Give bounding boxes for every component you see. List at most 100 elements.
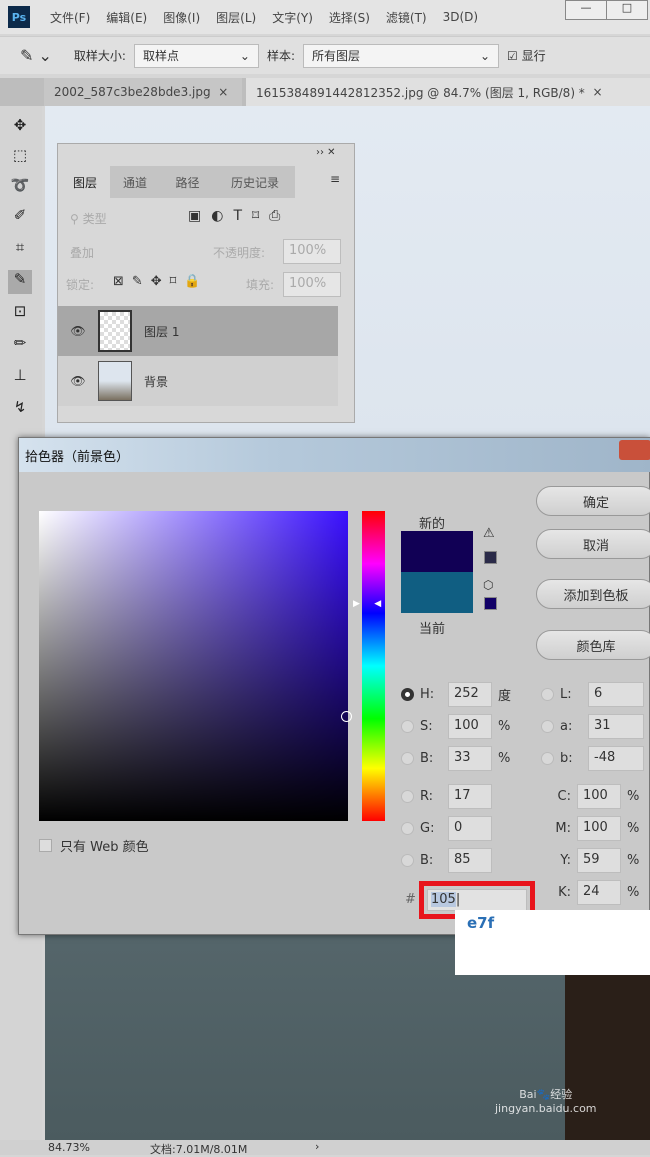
radio-button[interactable] [401,720,414,733]
cmyk-input[interactable]: 100 [577,816,621,841]
sample-size-select[interactable]: 取样点 ⌄ [133,43,259,68]
quick-select-tool-icon[interactable]: ✐ [8,206,32,230]
close-button[interactable] [619,440,650,460]
current-color-swatch[interactable] [401,572,473,613]
radio-button[interactable] [401,752,414,765]
color-field[interactable] [39,511,352,821]
tab-channels[interactable]: 通道 [110,166,160,198]
cmyk-label: M: [555,821,571,836]
eye-icon[interactable]: 👁 [58,374,98,388]
radio-button[interactable] [541,752,554,765]
overlay-text: e7f [467,914,495,932]
hue-slider-handle[interactable]: ▶ ◀ [353,599,381,609]
rgb-input[interactable]: 85 [448,848,492,873]
lab-input[interactable]: 6 [588,682,644,707]
ok-button[interactable]: 确定 [536,486,650,516]
tab-layers[interactable]: 图层 [60,166,110,198]
hsb-input[interactable]: 100 [448,714,492,739]
lab-label: a: [560,719,573,734]
menu-type[interactable]: 文字(Y) [272,9,313,26]
zoom-level[interactable]: 84.73% [48,1141,90,1154]
show-ring-label: 显行 [521,49,546,63]
minimize-button[interactable]: — [565,0,607,20]
rgb-input[interactable]: 0 [448,816,492,841]
cancel-button[interactable]: 取消 [536,529,650,559]
eyedropper-tool-icon[interactable]: ✎ [8,270,32,294]
lasso-tool-icon[interactable]: ➰ [8,176,32,200]
tab-document-2[interactable]: 1615384891442812352.jpg @ 84.7% (图层 1, R… [246,78,650,106]
menu-image[interactable]: 图像(I) [163,9,200,26]
marquee-tool-icon[interactable]: ⬚ [8,146,32,170]
cmyk-label: K: [558,885,571,900]
menu-filter[interactable]: 滤镜(T) [386,9,427,26]
hex-input[interactable]: 105| [427,889,527,911]
rgb-input[interactable]: 17 [448,784,492,809]
history-brush-tool-icon[interactable]: ↯ [8,398,32,422]
cmyk-row: K: 24% [549,880,639,905]
radio-button[interactable] [541,720,554,733]
cmyk-input[interactable]: 59 [577,848,621,873]
tab-paths[interactable]: 路径 [160,166,215,198]
cmyk-label: Y: [560,853,571,868]
move-tool-icon[interactable]: ✥ [8,116,32,140]
menu-3d[interactable]: 3D(D) [443,10,478,24]
layer-row-background[interactable]: 👁 背景 [58,356,338,406]
lab-input[interactable]: 31 [588,714,644,739]
checkbox-box[interactable] [39,839,52,852]
web-colors-only-checkbox[interactable]: 只有 Web 颜色 [39,836,149,855]
menu-file[interactable]: 文件(F) [50,9,90,26]
web-safe-swatch[interactable] [484,597,497,610]
hue-slider[interactable] [362,511,385,821]
stamp-tool-icon[interactable]: ⊥ [8,366,32,390]
sample-size-value: 取样点 [142,49,179,63]
photoshop-logo: Ps [8,6,30,28]
radio-button[interactable] [401,822,414,835]
opacity-input[interactable]: 100% [283,239,341,264]
opacity-label: 不透明度: [213,246,266,260]
hsb-input[interactable]: 33 [448,746,492,771]
gamut-swatch[interactable] [484,551,497,564]
eye-icon[interactable]: 👁 [58,324,98,338]
layer-filter-select[interactable]: ⚲ 类型 [70,210,107,227]
filter-icons[interactable]: ▣◐T⌑⎙ [188,208,290,224]
menu-select[interactable]: 选择(S) [329,9,370,26]
radio-button[interactable] [401,790,414,803]
web-safe-cube-icon[interactable]: ⬡ [483,578,493,592]
menu-edit[interactable]: 编辑(E) [106,9,147,26]
close-icon[interactable]: × [592,85,602,99]
maximize-button[interactable]: □ [606,0,648,20]
cmyk-label: C: [557,789,571,804]
layer-name: 图层 1 [144,324,180,339]
menu-layer[interactable]: 图层(L) [216,9,256,26]
tab-history[interactable]: 历史记录 [215,166,295,198]
radio-button[interactable] [541,688,554,701]
panel-collapse-icon[interactable]: ›› ✕ [316,147,336,158]
lock-icons[interactable]: ⊠✎✥⌑🔒 [113,274,209,289]
rgb-label: B: [420,853,434,868]
layer-row-layer1[interactable]: 👁 图层 1 [58,306,338,356]
cmyk-input[interactable]: 24 [577,880,621,905]
blend-mode-select[interactable]: 叠加 [70,244,94,261]
radio-button[interactable] [401,854,414,867]
status-menu-arrow[interactable]: › [315,1140,319,1153]
sample-select[interactable]: 所有图层 ⌄ [303,43,499,68]
chevron-down-icon: ⌄ [239,48,250,63]
brush-tool-icon[interactable]: ✏ [8,334,32,358]
color-libraries-button[interactable]: 颜色库 [536,630,650,660]
hsb-input[interactable]: 252 [448,682,492,707]
tab-label: 1615384891442812352.jpg @ 84.7% (图层 1, R… [256,85,585,100]
gamut-warning-icon[interactable]: ⚠ [483,526,495,541]
tab-document-1[interactable]: 2002_587c3be28bde3.jpg × [44,78,242,106]
eyedropper-icon[interactable]: ✎ ⌄ [20,46,52,65]
cmyk-input[interactable]: 100 [577,784,621,809]
fill-input[interactable]: 100% [283,272,341,297]
show-ring-checkbox[interactable]: ☑ 显行 [507,47,546,64]
healing-tool-icon[interactable]: ⊡ [8,302,32,326]
lab-input[interactable]: -48 [588,746,644,771]
panel-menu-icon[interactable]: ≡ [330,172,340,186]
crop-tool-icon[interactable]: ⌗ [8,238,32,262]
radio-button[interactable] [401,688,414,701]
close-icon[interactable]: × [218,85,228,99]
add-to-swatches-button[interactable]: 添加到色板 [536,579,650,609]
color-cursor[interactable] [341,711,352,722]
